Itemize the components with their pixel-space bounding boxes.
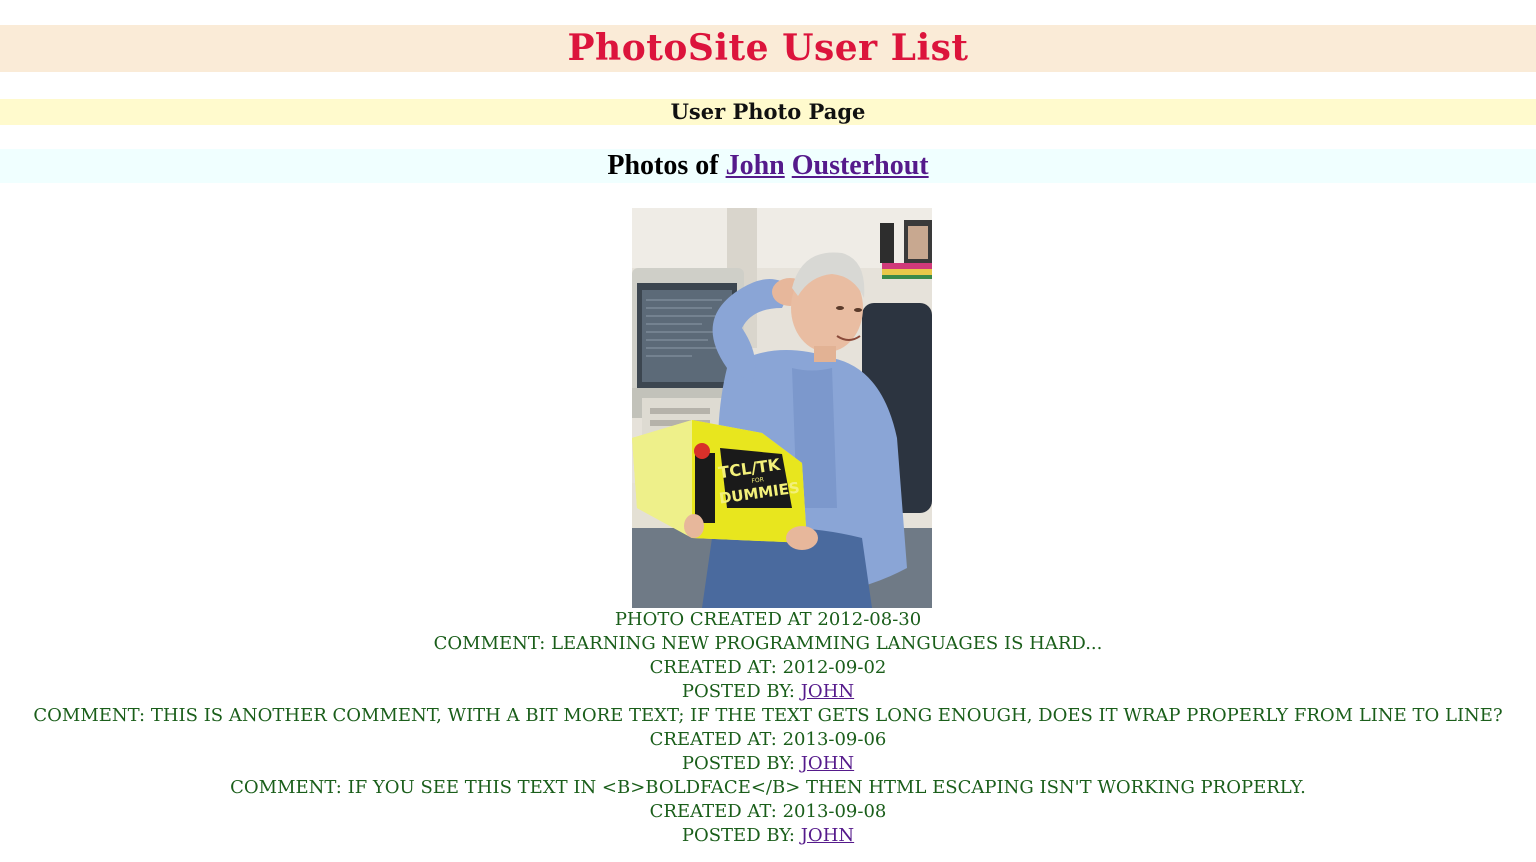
- comment-label: Comment:: [433, 633, 546, 654]
- comment-created-label: Created at:: [649, 657, 777, 678]
- comment-1: Comment: Learning new programming langua…: [0, 632, 1536, 704]
- user-photo: TCL/TK FOR DUMMIES: [632, 208, 932, 608]
- comment-created-line: Created at: 2012-09-02: [0, 656, 1536, 680]
- user-first-name-link[interactable]: John: [726, 150, 785, 181]
- comment-posted-label: Posted by:: [681, 753, 795, 774]
- site-title-bar: PhotoSite User List: [0, 25, 1536, 72]
- user-heading: Photos of John Ousterhout: [0, 149, 1536, 183]
- comment-created-date: 2013-09-06: [782, 729, 887, 750]
- photo-created-label: Photo created at: [614, 609, 812, 630]
- comment-text: This is another comment, with a bit more…: [150, 705, 1503, 726]
- comment-posted-line: Posted by: John: [0, 680, 1536, 704]
- comment-author-link[interactable]: John: [801, 825, 854, 846]
- comment-text: Learning new programming languages is ha…: [551, 633, 1103, 654]
- comment-label: Comment:: [33, 705, 146, 726]
- comment-posted-label: Posted by:: [681, 825, 795, 846]
- comment-created-label: Created at:: [649, 801, 777, 822]
- page-subtitle-bar: User Photo Page: [0, 99, 1536, 125]
- comment-posted-line: Posted by: John: [0, 824, 1536, 848]
- comment-posted-line: Posted by: John: [0, 752, 1536, 776]
- comment-text-line: Comment: This is another comment, with a…: [0, 704, 1536, 728]
- page-subtitle: User Photo Page: [670, 99, 866, 124]
- site-title: PhotoSite User List: [567, 27, 969, 69]
- comment-text-line: Comment: Learning new programming langua…: [0, 632, 1536, 656]
- user-heading-prefix: Photos of: [607, 150, 719, 181]
- comment-created-line: Created at: 2013-09-06: [0, 728, 1536, 752]
- comment-author-link[interactable]: John: [801, 681, 854, 702]
- user-heading-bar: Photos of John Ousterhout: [0, 149, 1536, 183]
- photo-created-line: Photo created at 2012-08-30: [0, 608, 1536, 632]
- comment-author-link[interactable]: John: [801, 753, 854, 774]
- photo-details: Photo created at 2012-08-30 Comment: Lea…: [0, 608, 1536, 848]
- comment-text-line: Comment: If you see this text in <b>bold…: [0, 776, 1536, 800]
- user-last-name-link[interactable]: Ousterhout: [792, 150, 929, 181]
- comment-created-label: Created at:: [649, 729, 777, 750]
- comment-created-date: 2013-09-08: [782, 801, 887, 822]
- comment-3: Comment: If you see this text in <b>bold…: [0, 776, 1536, 848]
- comment-text: If you see this text in <b>boldface</b> …: [347, 777, 1306, 798]
- comment-label: Comment:: [230, 777, 342, 798]
- comment-posted-label: Posted by:: [681, 681, 795, 702]
- comment-created-line: Created at: 2013-09-08: [0, 800, 1536, 824]
- photo-created-date: 2012-08-30: [817, 609, 922, 630]
- comment-created-date: 2012-09-02: [782, 657, 887, 678]
- comment-2: Comment: This is another comment, with a…: [0, 704, 1536, 776]
